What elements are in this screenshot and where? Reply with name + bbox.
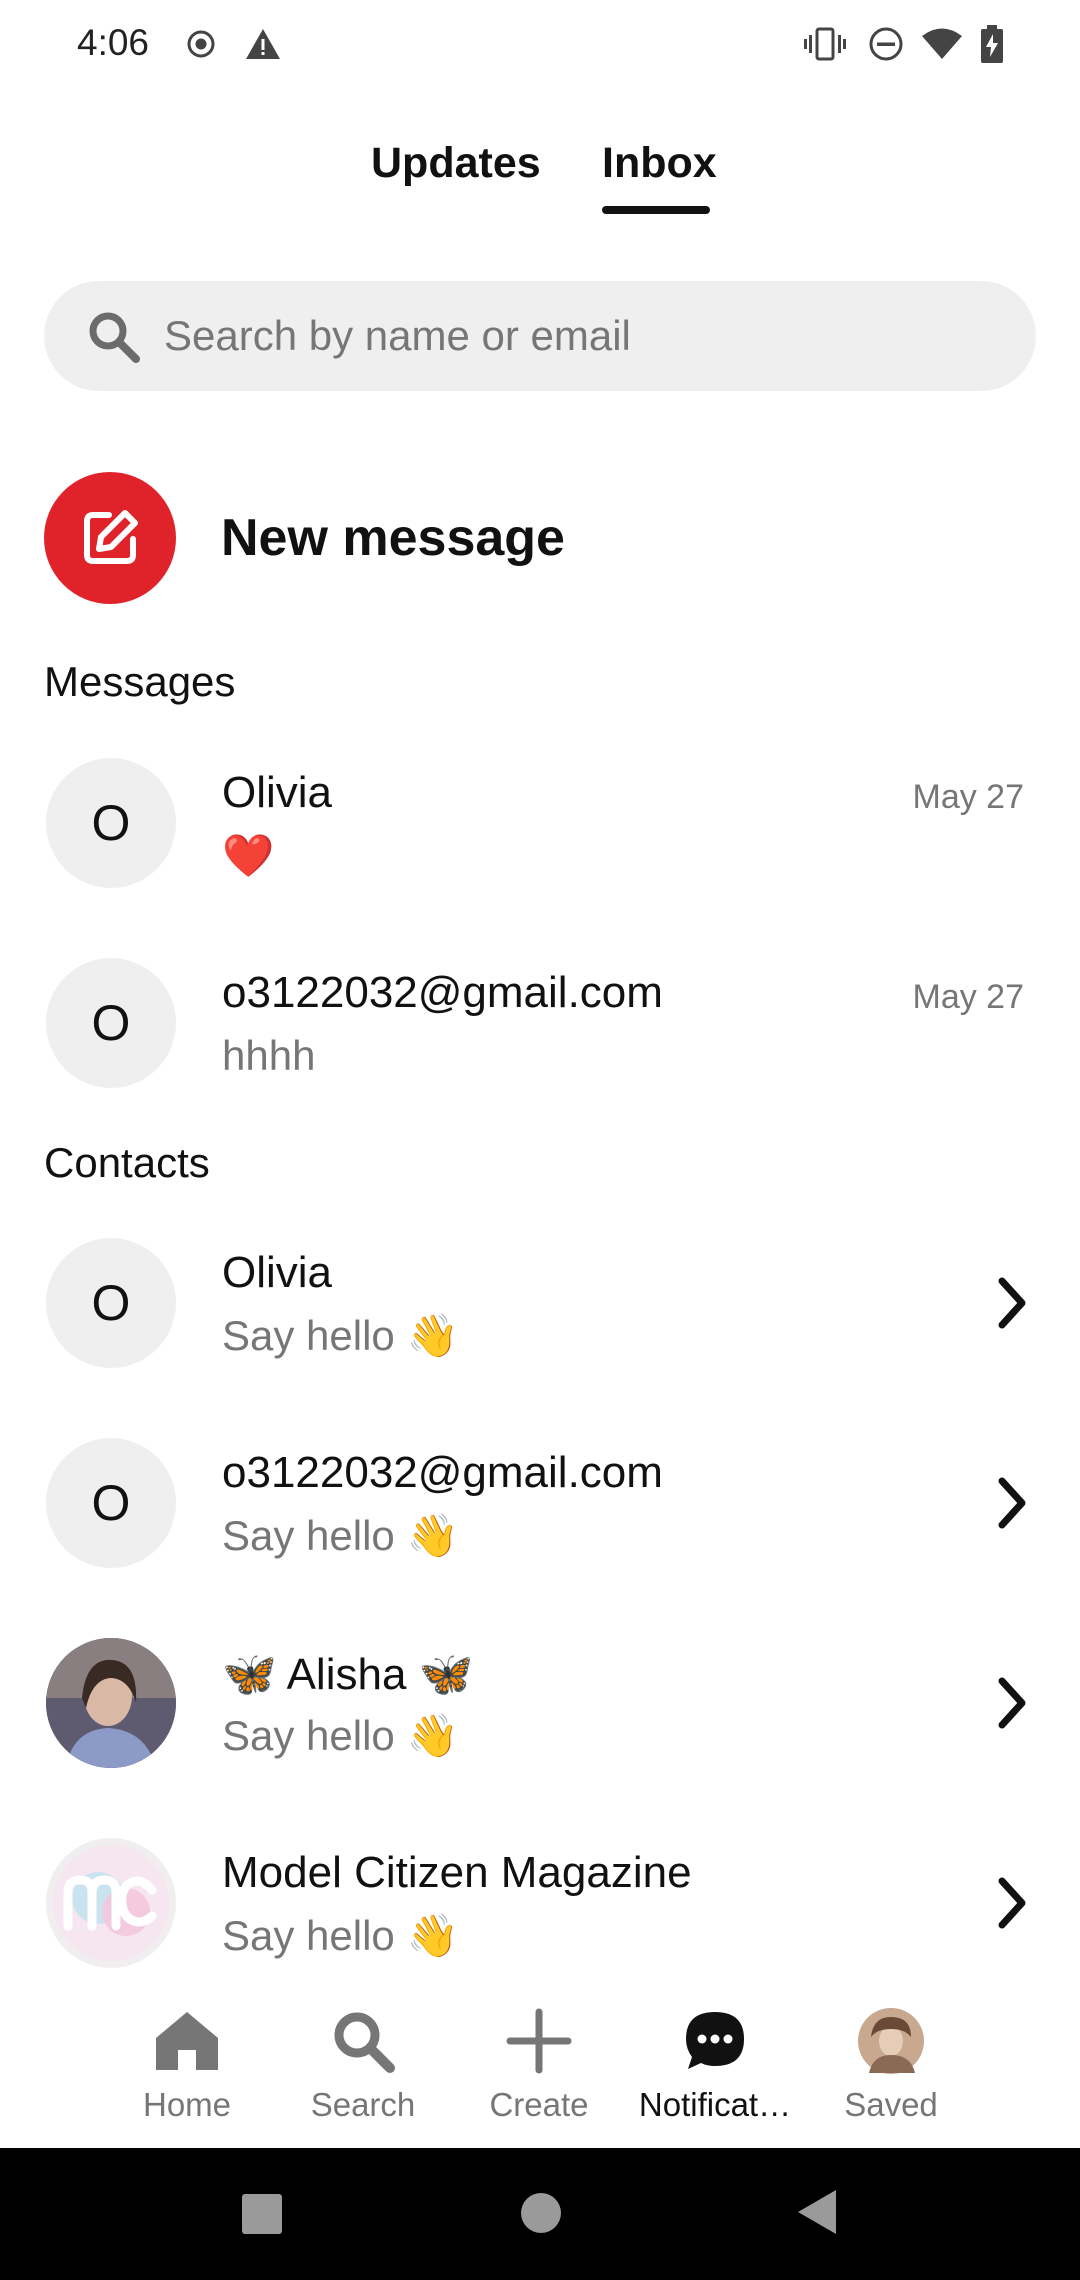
nav-create[interactable]: Create bbox=[454, 2000, 624, 2140]
do-not-disturb-icon bbox=[868, 24, 904, 64]
contact-subtitle: Say hello 👋 bbox=[222, 1512, 459, 1559]
home-icon bbox=[154, 2000, 220, 2082]
avatar: O bbox=[46, 1238, 176, 1368]
nav-label: Create bbox=[489, 2086, 589, 2123]
conversation-row[interactable]: O o3122032@gmail.com hhhh May 27 bbox=[0, 938, 1080, 1108]
conversation-row[interactable]: O Olivia ❤️ May 27 bbox=[0, 738, 1080, 908]
recents-icon[interactable] bbox=[240, 2192, 284, 2236]
contact-subtitle: Say hello 👋 bbox=[222, 1312, 459, 1359]
contacts-header: Contacts bbox=[44, 1139, 210, 1186]
status-bar: 4:06 bbox=[0, 0, 1080, 90]
contact-row[interactable]: 🦋 Alisha 🦋 Say hello 👋 bbox=[0, 1618, 1080, 1788]
plus-icon bbox=[506, 2000, 572, 2082]
avatar: O bbox=[46, 758, 176, 888]
warning-icon bbox=[244, 24, 282, 64]
conversation-preview: hhhh bbox=[222, 1032, 316, 1079]
contact-name: 🦋 Alisha 🦋 bbox=[222, 1650, 474, 1699]
contact-row[interactable]: O o3122032@gmail.com Say hello 👋 bbox=[0, 1418, 1080, 1588]
chat-bubble-icon bbox=[683, 2000, 747, 2082]
avatar: O bbox=[46, 1438, 176, 1568]
record-icon bbox=[186, 24, 216, 64]
conversation-date: May 27 bbox=[912, 778, 1025, 816]
contact-name: Model Citizen Magazine bbox=[222, 1848, 692, 1897]
contact-row[interactable]: Model Citizen Magazine Say hello 👋 bbox=[0, 1818, 1080, 1988]
chevron-right-icon bbox=[998, 1877, 1026, 1929]
chevron-right-icon bbox=[998, 1677, 1026, 1729]
battery-charging-icon bbox=[980, 24, 1004, 64]
nav-saved[interactable]: Saved bbox=[806, 2000, 976, 2140]
contact-subtitle: Say hello 👋 bbox=[222, 1712, 459, 1759]
nav-home[interactable]: Home bbox=[102, 2000, 272, 2140]
contact-row[interactable]: O Olivia Say hello 👋 bbox=[0, 1218, 1080, 1388]
search-icon bbox=[86, 309, 142, 370]
tab-bar: Updates Inbox bbox=[0, 135, 1080, 215]
chevron-right-icon bbox=[998, 1277, 1026, 1329]
tab-updates[interactable]: Updates bbox=[371, 139, 541, 188]
compose-button-circle bbox=[44, 472, 176, 604]
search-icon bbox=[330, 2000, 396, 2082]
home-button-icon[interactable] bbox=[520, 2192, 562, 2234]
status-time: 4:06 bbox=[77, 22, 150, 63]
nav-notifications[interactable]: Notificat… bbox=[630, 2000, 800, 2140]
profile-avatar bbox=[857, 2000, 925, 2082]
system-navigation-bar bbox=[0, 2148, 1080, 2280]
nav-label: Home bbox=[142, 2086, 232, 2123]
search-input[interactable] bbox=[164, 281, 1004, 391]
search-bar[interactable] bbox=[44, 281, 1036, 391]
new-message-button[interactable]: New message bbox=[44, 472, 744, 604]
conversation-name: Olivia bbox=[222, 768, 333, 817]
chevron-right-icon bbox=[998, 1477, 1026, 1529]
messages-header: Messages bbox=[44, 658, 236, 705]
nav-label: Search bbox=[310, 2086, 416, 2123]
nav-label: Saved bbox=[844, 2086, 938, 2123]
tab-inbox[interactable]: Inbox bbox=[602, 139, 717, 188]
back-icon[interactable] bbox=[796, 2188, 838, 2236]
contact-subtitle: Say hello 👋 bbox=[222, 1912, 459, 1959]
conversation-preview: ❤️ bbox=[222, 832, 275, 879]
new-message-label: New message bbox=[221, 509, 565, 567]
avatar-photo bbox=[46, 1638, 176, 1768]
avatar: O bbox=[46, 958, 176, 1088]
conversation-date: May 27 bbox=[912, 978, 1025, 1016]
active-tab-indicator bbox=[602, 206, 710, 214]
nav-label: Notificat… bbox=[638, 2086, 792, 2123]
bottom-navigation: Home Search Create Notificat… Saved bbox=[0, 1990, 1080, 2148]
nav-search[interactable]: Search bbox=[278, 2000, 448, 2140]
contact-name: o3122032@gmail.com bbox=[222, 1448, 663, 1497]
contact-name: Olivia bbox=[222, 1248, 333, 1297]
wifi-icon bbox=[920, 24, 964, 64]
avatar-logo bbox=[46, 1838, 176, 1968]
vibrate-icon bbox=[804, 24, 846, 64]
compose-icon bbox=[84, 510, 138, 564]
conversation-name: o3122032@gmail.com bbox=[222, 968, 663, 1017]
